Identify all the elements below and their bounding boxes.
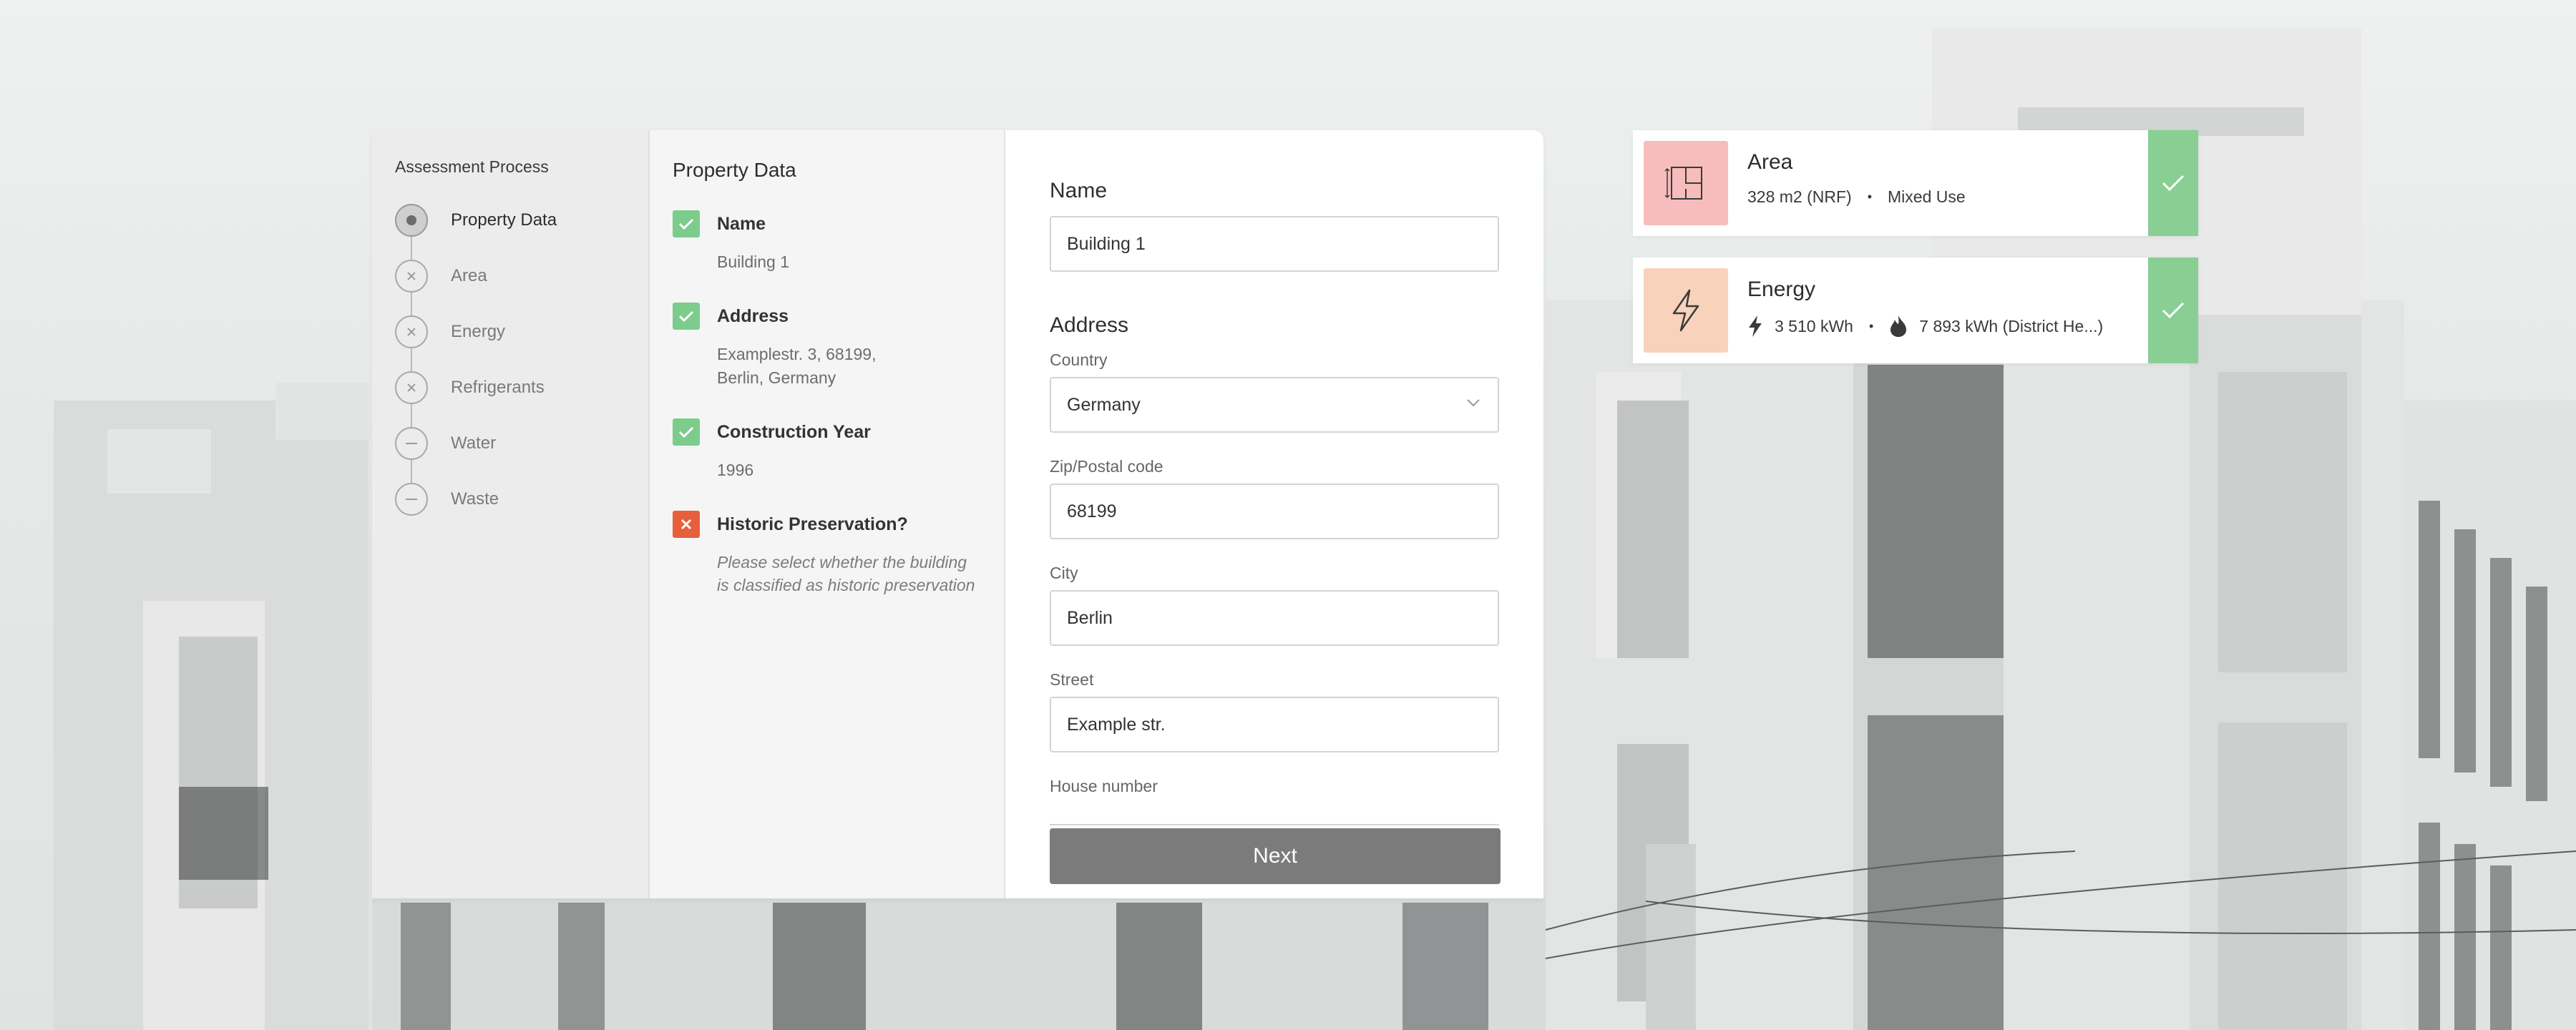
property-data-summary: Property Data Name Building 1 Address Ex… [650, 130, 1005, 898]
checkbox-checked-icon [673, 210, 700, 237]
summary-label: Construction Year [717, 421, 871, 442]
flame-icon [1890, 315, 1907, 337]
summary-title: Property Data [673, 159, 796, 181]
step-list: Property Data Area Energy Refrigerants W… [395, 204, 648, 516]
step-label: Property Data [451, 210, 557, 230]
name-input-value: Building 1 [1067, 233, 1146, 254]
energy-electricity-value: 3 510 kWh [1775, 316, 1853, 335]
check-icon [2148, 130, 2198, 236]
summary-item-address: Address Examplestr. 3, 68199, Berlin, Ge… [673, 303, 981, 390]
summary-value: Building 1 [717, 252, 790, 271]
country-select[interactable]: Germany [1050, 377, 1499, 433]
zip-input-value: 68199 [1067, 501, 1117, 521]
step-label: Energy [451, 322, 506, 341]
step-error-x-icon [395, 315, 428, 348]
step-area[interactable]: Area [395, 260, 648, 293]
energy-card-title: Energy [1747, 278, 1816, 301]
assessment-steps-sidebar: Assessment Process Property Data Area En… [372, 130, 650, 898]
step-error-x-icon [395, 371, 428, 404]
city-label: City [1050, 564, 1078, 582]
zip-input[interactable]: 68199 [1050, 484, 1499, 539]
electricity-bolt-icon [1749, 315, 1762, 337]
street-input-value: Example str. [1067, 714, 1166, 735]
summary-label: Name [717, 213, 766, 234]
step-skipped-minus-icon [395, 483, 428, 516]
steps-title: Assessment Process [395, 157, 549, 176]
step-error-x-icon [395, 260, 428, 293]
country-select-value: Germany [1067, 394, 1141, 415]
city-input[interactable]: Berlin [1050, 590, 1499, 646]
check-icon [2148, 258, 2198, 363]
step-waste[interactable]: Waste [395, 483, 648, 516]
step-label: Area [451, 266, 487, 285]
area-status-card[interactable]: Area 328 m2 (NRF) • Mixed Use [1633, 130, 2198, 236]
summary-item-name: Name Building 1 [673, 210, 981, 274]
name-section-title: Name [1050, 179, 1108, 202]
address-section-title: Address [1050, 313, 1129, 337]
step-label: Refrigerants [451, 378, 545, 397]
step-label: Waste [451, 489, 499, 509]
checkbox-checked-icon [673, 418, 700, 446]
area-card-usage: Mixed Use [1888, 187, 1966, 206]
summary-label: Address [717, 305, 789, 326]
zip-label: Zip/Postal code [1050, 457, 1163, 476]
summary-item-historic-preservation[interactable]: Historic Preservation? Please select whe… [673, 511, 981, 597]
step-label: Water [451, 433, 497, 453]
energy-status-card[interactable]: Energy 3 510 kWh • 7 893 kWh (District H… [1633, 258, 2198, 363]
area-card-value: 328 m2 (NRF) [1747, 187, 1852, 206]
step-energy[interactable]: Energy [395, 315, 648, 348]
step-skipped-minus-icon [395, 427, 428, 460]
summary-value: 1996 [717, 461, 754, 479]
summary-item-construction-year: Construction Year 1996 [673, 418, 981, 482]
checkbox-checked-icon [673, 303, 700, 330]
floorplan-icon [1644, 141, 1728, 225]
step-property-data[interactable]: Property Data [395, 204, 648, 237]
assessment-panel: Assessment Process Property Data Area En… [372, 130, 1543, 898]
energy-heating-value: 7 893 kWh (District He...) [1919, 316, 2104, 335]
separator-dot: • [1868, 318, 1874, 333]
lightning-icon [1644, 268, 1728, 353]
country-label: Country [1050, 350, 1108, 369]
house-number-label: House number [1050, 777, 1158, 795]
step-water[interactable]: Water [395, 427, 648, 460]
property-form: Name Building 1 Address Country Germany … [1005, 130, 1543, 898]
name-input[interactable]: Building 1 [1050, 216, 1499, 272]
street-input[interactable]: Example str. [1050, 697, 1499, 752]
step-refrigerants[interactable]: Refrigerants [395, 371, 648, 404]
next-button[interactable]: Next [1050, 828, 1501, 884]
checkbox-error-x-icon [673, 511, 700, 538]
street-label: Street [1050, 670, 1094, 689]
separator-dot: • [1867, 190, 1873, 204]
area-card-title: Area [1747, 150, 1793, 174]
summary-label: Historic Preservation? [717, 514, 908, 534]
chevron-down-icon [1467, 399, 1480, 407]
summary-value: Examplestr. 3, 68199, Berlin, Germany [717, 345, 877, 387]
city-input-value: Berlin [1067, 607, 1113, 628]
step-active-indicator-icon [395, 204, 428, 237]
summary-hint: Please select whether the building is cl… [717, 553, 975, 594]
